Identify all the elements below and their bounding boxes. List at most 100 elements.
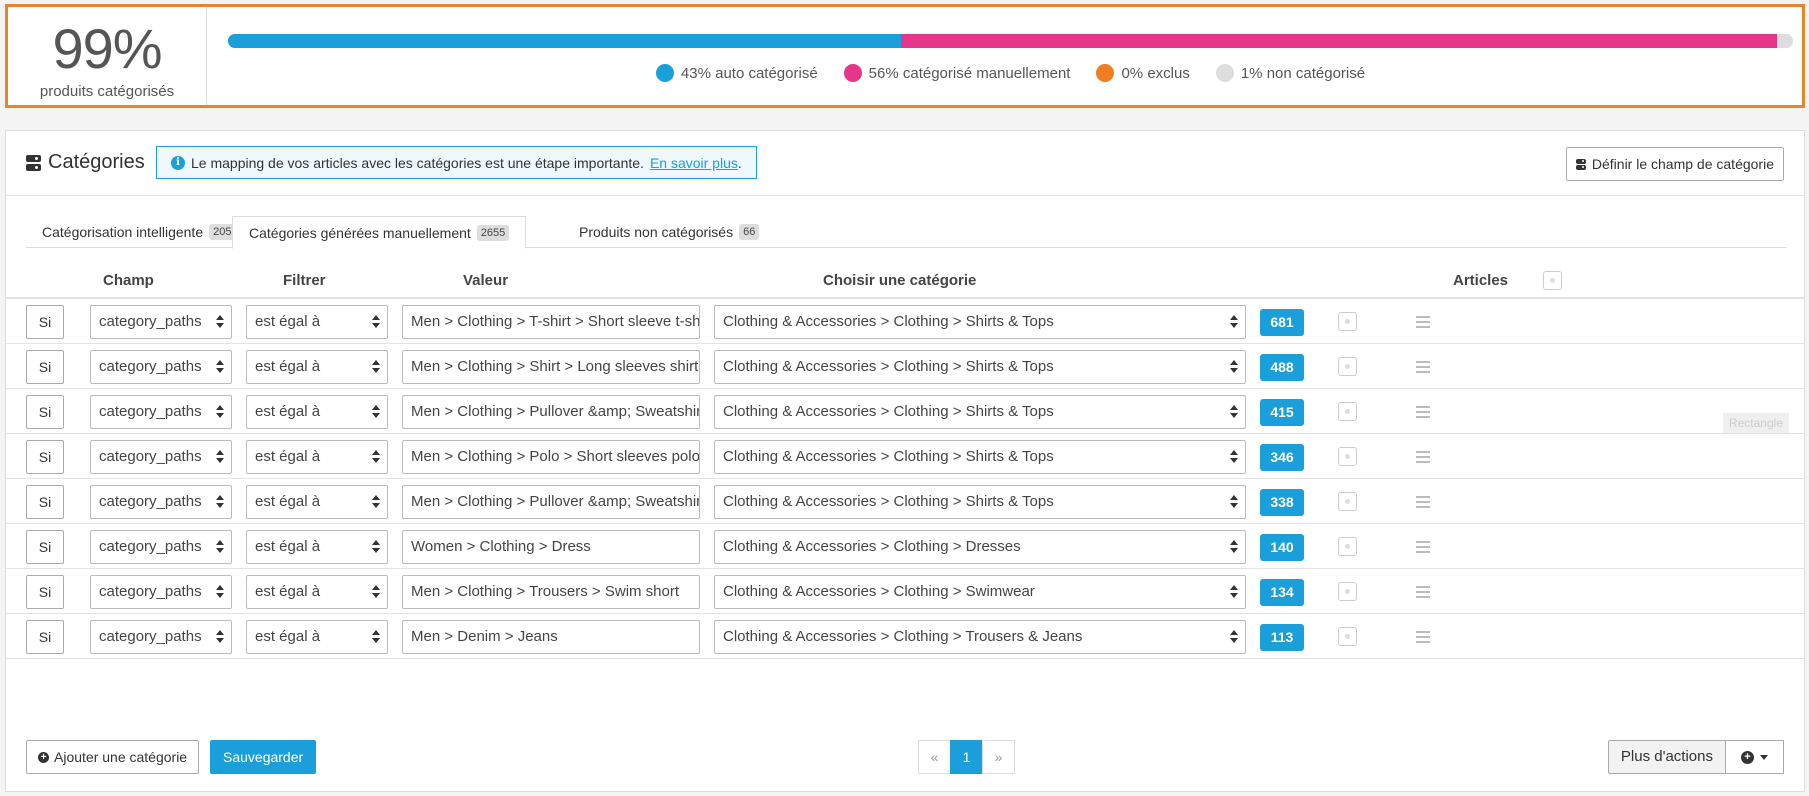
legend-label: 56% catégorisé manuellement (868, 64, 1071, 82)
filter-select[interactable]: est égal à (246, 305, 388, 339)
filter-select[interactable]: est égal à (246, 620, 388, 654)
learn-more-link[interactable]: En savoir plus (650, 155, 738, 171)
drag-handle-icon[interactable] (1416, 586, 1430, 598)
value-input[interactable]: Women > Clothing > Dress (402, 530, 700, 564)
category-select-value: Clothing & Accessories > Clothing > Shir… (723, 313, 1054, 330)
drag-handle-icon[interactable] (1416, 496, 1430, 508)
filter-select-value: est égal à (255, 538, 321, 555)
pager-prev[interactable]: « (918, 740, 951, 774)
category-select[interactable]: Clothing & Accessories > Clothing > Shir… (714, 395, 1246, 429)
field-select[interactable]: category_paths (90, 350, 232, 384)
row-checkbox[interactable] (1338, 312, 1357, 331)
category-select[interactable]: Clothing & Accessories > Clothing > Shir… (714, 350, 1246, 384)
drag-handle-icon[interactable] (1416, 451, 1430, 463)
column-filter: Filtrer (283, 272, 326, 289)
condition-if-label[interactable]: Si (26, 530, 64, 564)
filter-select[interactable]: est égal à (246, 350, 388, 384)
category-select[interactable]: Clothing & Accessories > Clothing > Shir… (714, 485, 1246, 519)
row-checkbox[interactable] (1338, 447, 1357, 466)
column-field: Champ (103, 272, 154, 289)
category-select-value: Clothing & Accessories > Clothing > Swim… (723, 583, 1035, 600)
field-select-value: category_paths (99, 493, 202, 510)
field-select[interactable]: category_paths (90, 485, 232, 519)
condition-if-label[interactable]: Si (26, 350, 64, 384)
article-count-badge: 338 (1260, 489, 1304, 516)
more-actions-button[interactable]: Plus d'actions (1607, 740, 1726, 774)
condition-if-label[interactable]: Si (26, 575, 64, 609)
tab-manual-categories[interactable]: Catégories générées manuellement 2655 (232, 216, 527, 249)
field-select[interactable]: category_paths (90, 530, 232, 564)
category-select-value: Clothing & Accessories > Clothing > Shir… (723, 358, 1054, 375)
filter-select-value: est égal à (255, 493, 321, 510)
drag-handle-icon[interactable] (1416, 541, 1430, 553)
condition-if-label[interactable]: Si (26, 395, 64, 429)
sort-arrows-icon (216, 585, 224, 599)
condition-if-label[interactable]: Si (26, 485, 64, 519)
drag-handle-icon[interactable] (1416, 361, 1430, 373)
drag-handle-icon[interactable] (1416, 406, 1430, 418)
category-select[interactable]: Clothing & Accessories > Clothing > Shir… (714, 440, 1246, 474)
rectangle-placeholder: Rectangle (1723, 413, 1789, 433)
pager-next[interactable]: » (982, 740, 1015, 774)
value-input[interactable]: Men > Clothing > Pullover &amp; Sweatshi… (402, 485, 700, 519)
field-select[interactable]: category_paths (90, 395, 232, 429)
pager-page-1[interactable]: 1 (950, 740, 983, 774)
condition-if-label[interactable]: Si (26, 620, 64, 654)
row-checkbox[interactable] (1338, 357, 1357, 376)
row-checkbox[interactable] (1338, 582, 1357, 601)
table-row: Si category_paths est égal à Men > Clothing… (6, 569, 1804, 614)
article-count-badge: 488 (1260, 354, 1304, 381)
legend-dot-icon (1215, 64, 1234, 82)
save-button[interactable]: Sauvegarder (210, 740, 317, 774)
field-select-value: category_paths (99, 448, 202, 465)
condition-if-label[interactable]: Si (26, 305, 64, 339)
category-select[interactable]: Clothing & Accessories > Clothing > Swim… (714, 575, 1246, 609)
caret-down-icon (1760, 754, 1768, 760)
filter-select[interactable]: est égal à (246, 530, 388, 564)
value-input[interactable]: Men > Clothing > T-shirt > Short sleeve … (402, 305, 700, 339)
category-select[interactable]: Clothing & Accessories > Clothing > Dres… (714, 530, 1246, 564)
plus-circle-icon: + (38, 751, 49, 763)
filter-select[interactable]: est égal à (246, 485, 388, 519)
value-input[interactable]: Men > Clothing > Trousers > Swim short (402, 575, 700, 609)
categorization-summary: 99% produits catégorisés 43% auto catégo… (5, 4, 1805, 108)
article-count-badge: 113 (1260, 624, 1304, 651)
progress-segment (1777, 34, 1793, 48)
category-select[interactable]: Clothing & Accessories > Clothing > Shir… (714, 305, 1246, 339)
filter-select[interactable]: est égal à (246, 395, 388, 429)
value-input[interactable]: Men > Clothing > Pullover &amp; Sweatshi… (402, 395, 700, 429)
field-select[interactable]: category_paths (90, 440, 232, 474)
drag-handle-icon[interactable] (1416, 631, 1430, 643)
condition-if-label[interactable]: Si (26, 440, 64, 474)
tab-count-badge: 2655 (476, 224, 510, 241)
row-checkbox[interactable] (1338, 537, 1357, 556)
field-select[interactable]: category_paths (90, 305, 232, 339)
table-row: Si category_paths est égal à Men > Clothing… (6, 434, 1804, 479)
define-category-field-button[interactable]: Définir le champ de catégorie (1565, 147, 1784, 181)
more-actions-dropdown[interactable]: + (1726, 740, 1784, 774)
panel-footer: + Ajouter une catégorie Sauvegarder « 1 … (6, 727, 1804, 791)
field-select[interactable]: category_paths (90, 575, 232, 609)
sort-arrows-icon (216, 540, 224, 554)
database-icon (1575, 158, 1586, 170)
tab-smart-categorization[interactable]: Catégorisation intelligente 2052 (26, 216, 258, 248)
panel-header: Catégories i Le mapping de vos articles … (6, 131, 1804, 196)
add-category-button[interactable]: + Ajouter une catégorie (26, 740, 200, 774)
drag-handle-icon[interactable] (1416, 316, 1430, 328)
field-select-value: category_paths (99, 358, 202, 375)
tab-label: Catégories générées manuellement (249, 224, 471, 241)
row-checkbox[interactable] (1338, 402, 1357, 421)
field-select[interactable]: category_paths (90, 620, 232, 654)
category-select[interactable]: Clothing & Accessories > Clothing > Trou… (714, 620, 1246, 654)
value-input[interactable]: Men > Clothing > Polo > Short sleeves po… (402, 440, 700, 474)
filter-select[interactable]: est égal à (246, 575, 388, 609)
value-input[interactable]: Men > Denim > Jeans (402, 620, 700, 654)
value-input[interactable]: Men > Clothing > Shirt > Long sleeves sh… (402, 350, 700, 384)
tab-uncategorized-products[interactable]: Produits non catégorisés 66 (563, 216, 775, 248)
select-all-checkbox[interactable] (1543, 271, 1562, 290)
filter-select[interactable]: est égal à (246, 440, 388, 474)
legend-dot-icon (843, 64, 862, 82)
row-checkbox[interactable] (1338, 492, 1357, 511)
table-row: Si category_paths est égal à Men > Clothing… (6, 344, 1804, 389)
row-checkbox[interactable] (1338, 627, 1357, 646)
